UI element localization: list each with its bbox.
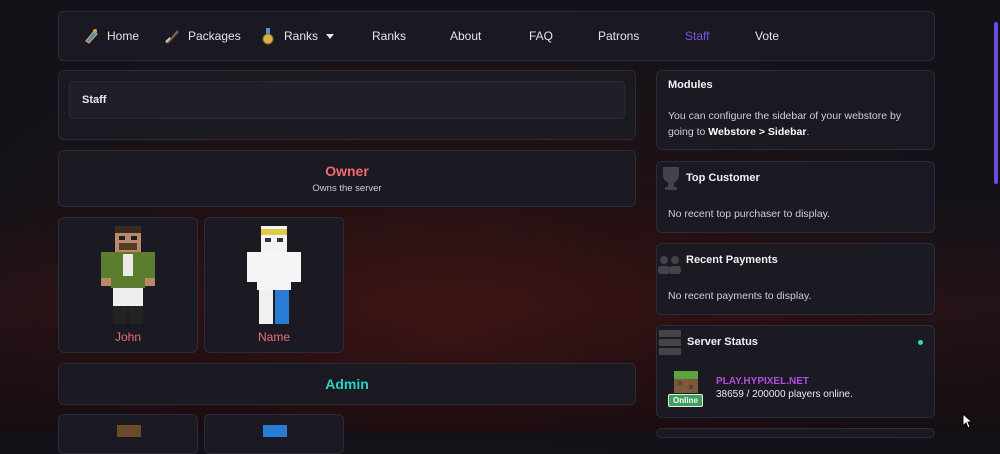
sidebar-modules: Modules You can configure the sidebar of… (656, 70, 935, 150)
server-address[interactable]: PLAY.HYPIXEL.NET (716, 376, 809, 387)
status-indicator (918, 340, 923, 345)
sword-icon (165, 29, 180, 45)
nav-home-label: Home (107, 29, 140, 43)
group-title: Admin (325, 376, 369, 392)
module-title: Top Customer (686, 172, 760, 184)
module-title: Recent Payments (686, 254, 778, 266)
nav-ranks-label: Ranks (284, 29, 319, 43)
nav-staff[interactable]: Staff (685, 12, 709, 60)
staff-name: Name (257, 330, 290, 344)
potion-icon (85, 29, 98, 44)
group-header-owner: Owner Owns the server (58, 150, 636, 207)
nav-faq[interactable]: FAQ (529, 12, 553, 60)
group-header-admin: Admin (58, 363, 636, 405)
nav-patrons-label: Patrons (598, 29, 640, 43)
sidebar-recent-payments: Recent Payments No recent payments to di… (656, 243, 935, 315)
module-text: No recent payments to display. (668, 290, 812, 302)
avatar (263, 425, 287, 437)
nav-about-label: About (450, 29, 482, 43)
server-icon (659, 330, 681, 355)
status-badge: Online (668, 394, 703, 407)
nav-vote[interactable]: Vote (755, 12, 779, 60)
staff-card-name[interactable]: Name (204, 217, 344, 353)
nav-packages[interactable]: Packages (162, 12, 241, 60)
staff-card[interactable] (58, 414, 198, 454)
scrollbar[interactable] (994, 22, 998, 184)
users-icon (658, 256, 681, 274)
chevron-down-icon (326, 33, 335, 39)
sidebar-label: Sidebar (767, 126, 807, 138)
nav-staff-label: Staff (685, 29, 710, 43)
nav-about[interactable]: About (450, 12, 481, 60)
page-title: Staff (69, 81, 625, 119)
group-description: Owns the server (312, 183, 382, 194)
avatar (247, 226, 301, 324)
sidebar-top-customer: Top Customer No recent top purchaser to … (656, 161, 935, 233)
separator: > (755, 126, 768, 138)
module-title: Server Status (687, 336, 758, 348)
nav-faq-label: FAQ (529, 29, 554, 43)
group-title: Owner (325, 163, 369, 179)
grass-block-icon (674, 371, 698, 393)
avatar (117, 425, 141, 437)
mouse-cursor-icon (962, 413, 974, 429)
trophy-icon (663, 167, 679, 190)
sidebar-server-status: Server Status Online PLAY.HYPIXEL.NET 38… (656, 325, 935, 418)
nav-home[interactable]: Home (81, 12, 139, 60)
nav-packages-label: Packages (188, 29, 241, 43)
module-text-end: . (806, 126, 810, 138)
staff-card[interactable] (204, 414, 344, 454)
nav-patrons[interactable]: Patrons (598, 12, 639, 60)
avatar (101, 226, 155, 324)
staff-header-box: Staff (58, 70, 636, 140)
player-count: 38659 / 200000 players online. (716, 389, 853, 400)
nav-ranks[interactable]: Ranks (372, 12, 406, 60)
navbar: Home Packages Ranks Ranks About FAQ Patr… (58, 11, 935, 61)
nav-ranks-dropdown[interactable]: Ranks (258, 12, 335, 60)
module-text: You can configure the sidebar of your we… (668, 108, 924, 140)
sidebar-next-module (656, 428, 935, 438)
nav-vote-label: Vote (755, 29, 780, 43)
nav-ranks-link-label: Ranks (372, 29, 407, 43)
module-title: Modules (668, 79, 713, 91)
staff-card-john[interactable]: John (58, 217, 198, 353)
webstore-label: Webstore (708, 126, 756, 138)
staff-name: John (114, 330, 142, 344)
module-text: No recent top purchaser to display. (668, 208, 831, 220)
medal-icon (262, 28, 274, 45)
